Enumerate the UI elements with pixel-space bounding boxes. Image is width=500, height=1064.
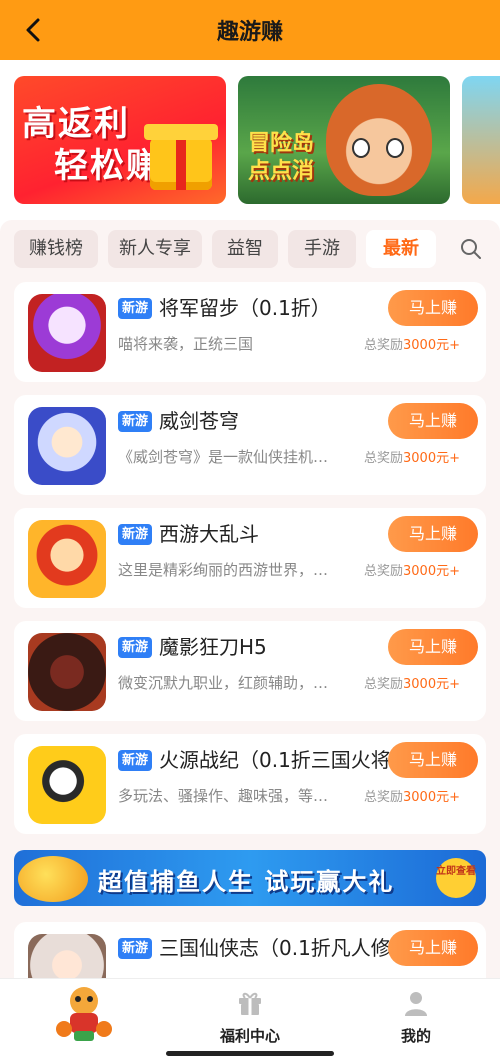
mascot-home-icon[interactable]	[54, 981, 114, 1043]
game-description: 微变沉默九职业，红颜辅助，一刀暴击	[118, 674, 342, 692]
list-item[interactable]: 新游 火源战纪（0.1折三国火将） 多玩法、骚操作、趣味强，等你来战 马上赚 总…	[14, 734, 486, 834]
user-icon	[405, 992, 427, 1016]
game-description: 喵将来袭，正统三国	[118, 335, 254, 353]
game-name: 西游大乱斗	[159, 522, 259, 546]
list-item[interactable]: 新游 将军留步（0.1折） 喵将来袭，正统三国 马上赚 总奖励3000元+	[14, 282, 486, 382]
tab-puzzle[interactable]: 益智	[212, 230, 278, 268]
tab-mobile-games[interactable]: 手游	[288, 230, 356, 268]
game-name: 火源战纪（0.1折三国火将）	[159, 748, 399, 772]
total-reward: 总奖励3000元+	[364, 338, 460, 353]
game-description: 多玩法、骚操作、趣味强，等你来战	[118, 787, 342, 805]
home-indicator	[166, 1051, 334, 1056]
app-header: 趣游赚	[0, 0, 500, 60]
earn-now-button[interactable]: 马上赚	[388, 516, 478, 552]
game-description: 《威剑苍穹》是一款仙侠挂机游戏	[118, 448, 342, 466]
banner-game-logo: 冒险岛点点消	[248, 131, 315, 184]
category-tabs: 赚钱榜 新人专享 益智 手游 最新	[0, 230, 500, 270]
total-reward: 总奖励3000元+	[364, 790, 460, 805]
game-icon	[28, 934, 106, 980]
earn-now-button[interactable]: 马上赚	[388, 403, 478, 439]
total-reward: 总奖励3000元+	[364, 564, 460, 579]
game-name: 魔影狂刀H5	[159, 635, 267, 659]
game-name: 三国仙侠志（0.1折凡人修仙）	[159, 936, 399, 960]
banner-carousel[interactable]: 高返利 轻松赚 冒险岛点点消	[0, 60, 500, 220]
page-title: 趣游赚	[216, 20, 283, 45]
total-reward: 总奖励3000元+	[364, 451, 460, 466]
earn-now-button[interactable]: 马上赚	[388, 629, 478, 665]
cartoon-character-image	[326, 84, 432, 196]
game-icon	[28, 520, 106, 598]
view-now-button[interactable]: 立即查看	[436, 858, 476, 898]
game-list-panel: 赚钱榜 新人专享 益智 手游 最新 新游 将军留步（0.1折） 喵将来袭，正统三…	[0, 220, 500, 980]
game-name: 威剑苍穹	[159, 409, 239, 433]
bottom-navigation: 福利中心 我的	[0, 978, 500, 1064]
list-item[interactable]: 新游 西游大乱斗 这里是精彩绚丽的西游世界，等你来 马上赚 总奖励3000元+	[14, 508, 486, 608]
game-icon	[28, 294, 106, 372]
fishing-ad-banner[interactable]: 超值捕鱼人生 试玩赢大礼 立即查看	[14, 850, 486, 906]
game-name: 将军留步（0.1折）	[159, 296, 331, 320]
new-game-badge: 新游	[118, 750, 152, 771]
total-reward: 总奖励3000元+	[364, 677, 460, 692]
search-icon[interactable]	[460, 238, 482, 260]
nav-welfare-center[interactable]: 福利中心	[200, 989, 300, 1046]
fish-character-icon	[18, 856, 88, 902]
banner-adventure-island[interactable]: 冒险岛点点消	[238, 76, 450, 204]
new-game-badge: 新游	[118, 637, 152, 658]
new-game-badge: 新游	[118, 298, 152, 319]
new-game-badge: 新游	[118, 938, 152, 959]
earn-now-button[interactable]: 马上赚	[388, 930, 478, 966]
nav-label: 我的	[400, 1027, 431, 1045]
nav-label: 福利中心	[219, 1027, 280, 1045]
tab-earnings-rank[interactable]: 赚钱榜	[14, 230, 98, 268]
gift-icon	[239, 992, 261, 1015]
earn-now-button[interactable]: 马上赚	[388, 290, 478, 326]
tab-newcomer[interactable]: 新人专享	[108, 230, 202, 268]
banner-text-line2: 轻松赚	[54, 146, 162, 186]
new-game-badge: 新游	[118, 411, 152, 432]
ad-banner-text: 超值捕鱼人生 试玩赢大礼	[98, 868, 395, 896]
banner-high-rebate[interactable]: 高返利 轻松赚	[14, 76, 226, 204]
game-icon	[28, 746, 106, 824]
new-game-badge: 新游	[118, 524, 152, 545]
banner-next-preview[interactable]	[462, 76, 500, 204]
earn-now-button[interactable]: 马上赚	[388, 742, 478, 778]
gift-box-icon	[144, 124, 218, 190]
nav-profile[interactable]: 我的	[366, 989, 466, 1046]
game-icon	[28, 407, 106, 485]
list-item[interactable]: 新游 威剑苍穹 《威剑苍穹》是一款仙侠挂机游戏 马上赚 总奖励3000元+	[14, 395, 486, 495]
game-description: 这里是精彩绚丽的西游世界，等你来	[118, 561, 342, 579]
list-item[interactable]: 新游 三国仙侠志（0.1折凡人修仙） 马上赚	[14, 922, 486, 980]
tab-latest[interactable]: 最新	[366, 230, 436, 268]
list-item[interactable]: 新游 魔影狂刀H5 微变沉默九职业，红颜辅助，一刀暴击 马上赚 总奖励3000元…	[14, 621, 486, 721]
game-icon	[28, 633, 106, 711]
